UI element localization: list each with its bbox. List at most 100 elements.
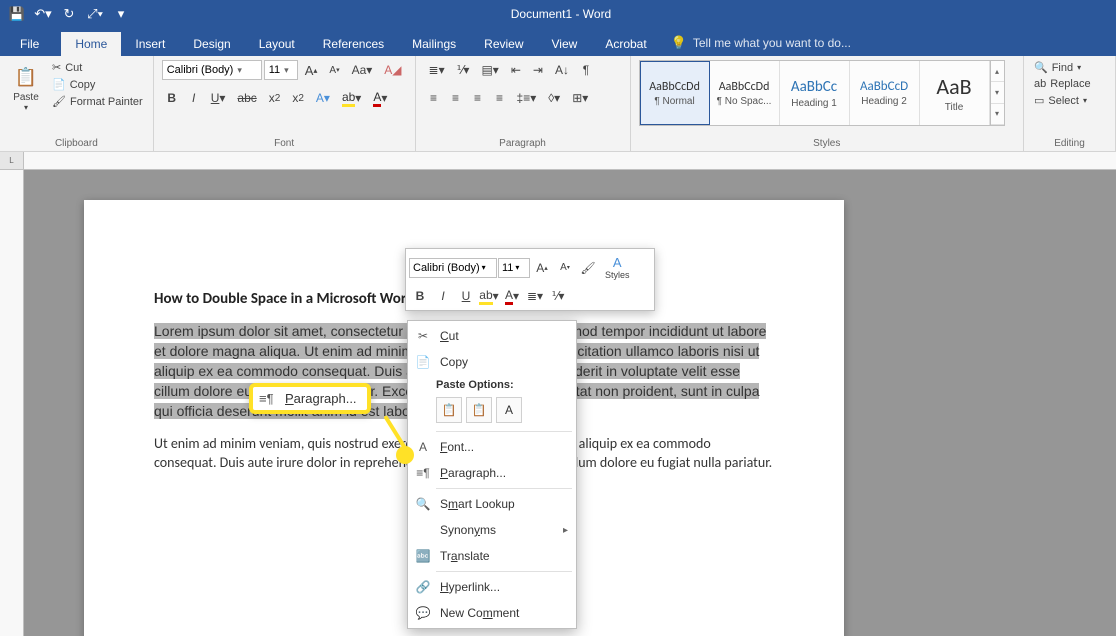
- document-area[interactable]: How to Double Space in a Microsoft Word …: [24, 170, 1116, 636]
- paste-button[interactable]: 📋 Paste ▾: [8, 60, 44, 114]
- select-button[interactable]: ▭ Select▾: [1032, 93, 1093, 108]
- ctx-synonyms[interactable]: Synonyms ▸: [408, 517, 576, 543]
- mini-format-painter[interactable]: 🖌: [577, 257, 599, 279]
- shrink-font-button[interactable]: A▾: [324, 60, 344, 80]
- highlight-button[interactable]: ab▾: [337, 88, 366, 108]
- tab-file[interactable]: File: [6, 32, 61, 56]
- bullets-button[interactable]: ≣▾: [424, 60, 450, 80]
- tab-home[interactable]: Home: [61, 32, 121, 56]
- styles-group-label: Styles: [639, 136, 1015, 149]
- justify-button[interactable]: ≡: [490, 88, 510, 108]
- ctx-font[interactable]: A Font...: [408, 434, 576, 460]
- superscript-button[interactable]: x2: [287, 88, 309, 108]
- cut-button[interactable]: ✂ Cut: [50, 60, 145, 75]
- ctx-hyperlink[interactable]: 🔗 Hyperlink...: [408, 574, 576, 600]
- ctx-paragraph[interactable]: ≡¶ Paragraph...: [408, 460, 576, 486]
- mini-shrink-font[interactable]: A▾: [554, 257, 576, 279]
- mini-styles-button[interactable]: A Styles: [600, 252, 635, 283]
- ctx-separator: [436, 431, 572, 432]
- numbering-button[interactable]: ⅟▾: [452, 60, 475, 80]
- style-normal[interactable]: AaBbCcDd ¶ Normal: [640, 61, 710, 125]
- styles-down-button[interactable]: ▾: [991, 82, 1004, 103]
- paste-keep-source[interactable]: 📋: [436, 397, 462, 423]
- tab-review[interactable]: Review: [470, 32, 537, 56]
- style-heading-2[interactable]: AaBbCcD Heading 2: [850, 61, 920, 125]
- font-size-select[interactable]: 11: [264, 60, 298, 80]
- copy-button[interactable]: 📄 Copy: [50, 77, 145, 92]
- ctx-translate[interactable]: 🔤 Translate: [408, 543, 576, 569]
- ruler-corner: L: [0, 152, 24, 170]
- bold-button[interactable]: B: [162, 88, 182, 108]
- styles-up-button[interactable]: ▴: [991, 61, 1004, 82]
- align-center-button[interactable]: ≡: [446, 88, 466, 108]
- mini-font-color[interactable]: A▾: [501, 285, 523, 307]
- text-effects-button[interactable]: A▾: [311, 88, 335, 108]
- font-color-button[interactable]: A▾: [368, 88, 392, 108]
- sort-button[interactable]: A↓: [550, 60, 574, 80]
- paste-merge[interactable]: 📋: [466, 397, 492, 423]
- shading-button[interactable]: ◊▾: [543, 88, 565, 108]
- mini-numbering[interactable]: ⅟▾: [547, 285, 569, 307]
- style-preview: AaBbCc: [791, 78, 837, 96]
- vertical-ruler[interactable]: [0, 170, 24, 636]
- undo-button[interactable]: ↶▾: [32, 3, 54, 25]
- multilevel-list-button[interactable]: ▤▾: [476, 60, 503, 80]
- redo-button[interactable]: ↻: [58, 3, 80, 25]
- mini-italic[interactable]: I: [432, 285, 454, 307]
- tab-acrobat[interactable]: Acrobat: [591, 32, 660, 56]
- mini-underline[interactable]: U: [455, 285, 477, 307]
- italic-button[interactable]: I: [184, 88, 204, 108]
- subscript-button[interactable]: x2: [264, 88, 286, 108]
- mini-grow-font[interactable]: A▴: [531, 257, 553, 279]
- horizontal-ruler[interactable]: [24, 152, 1116, 170]
- find-button[interactable]: 🔍 Find▾: [1032, 60, 1093, 75]
- format-painter-button[interactable]: 🖌 Format Painter: [50, 94, 145, 109]
- tab-layout[interactable]: Layout: [245, 32, 309, 56]
- align-left-button[interactable]: ≡: [424, 88, 444, 108]
- underline-button[interactable]: U▾: [206, 88, 231, 108]
- tab-references[interactable]: References: [309, 32, 398, 56]
- ctx-smart-lookup[interactable]: 🔍 Smart Lookup: [408, 491, 576, 517]
- decrease-indent-button[interactable]: ⇤: [506, 60, 526, 80]
- change-case-button[interactable]: Aa▾: [347, 60, 378, 80]
- ctx-new-comment[interactable]: 💬 New Comment: [408, 600, 576, 626]
- borders-button[interactable]: ⊞▾: [567, 88, 593, 108]
- show-marks-button[interactable]: ¶: [576, 60, 596, 80]
- customize-qat-button[interactable]: ▾: [110, 3, 132, 25]
- tab-mailings[interactable]: Mailings: [398, 32, 470, 56]
- translate-icon: 🔤: [414, 548, 432, 564]
- lightbulb-icon: 💡: [671, 35, 687, 51]
- increase-indent-button[interactable]: ⇥: [528, 60, 548, 80]
- clipboard-group-label: Clipboard: [8, 136, 145, 149]
- paste-text-only[interactable]: A: [496, 397, 522, 423]
- style-no-spacing[interactable]: AaBbCcDd ¶ No Spac...: [710, 61, 780, 125]
- line-spacing-button[interactable]: ‡≡▾: [512, 88, 542, 108]
- tab-view[interactable]: View: [538, 32, 592, 56]
- strikethrough-button[interactable]: abc: [232, 88, 261, 108]
- ctx-paste-options-row: 📋 📋 A: [408, 395, 576, 429]
- format-painter-label: Format Painter: [70, 96, 143, 108]
- replace-button[interactable]: ab Replace: [1032, 77, 1093, 91]
- mini-font-select[interactable]: Calibri (Body)▾: [409, 258, 497, 278]
- mini-bold[interactable]: B: [409, 285, 431, 307]
- tab-design[interactable]: Design: [179, 32, 244, 56]
- copy-label: Copy: [70, 79, 96, 91]
- tab-insert[interactable]: Insert: [121, 32, 179, 56]
- grow-font-button[interactable]: A▴: [300, 60, 323, 80]
- styles-gallery: AaBbCcDd ¶ Normal AaBbCcDd ¶ No Spac... …: [639, 60, 1005, 126]
- styles-more-button[interactable]: ▾: [991, 104, 1004, 125]
- align-right-button[interactable]: ≡: [468, 88, 488, 108]
- mini-size-select[interactable]: 11▾: [498, 258, 530, 278]
- style-title[interactable]: AaB Title: [920, 61, 990, 125]
- mini-highlight[interactable]: ab▾: [478, 285, 500, 307]
- mini-bullets[interactable]: ≣▾: [524, 285, 546, 307]
- ctx-cut[interactable]: ✂ Cut: [408, 323, 576, 349]
- touch-mode-button[interactable]: ⤢▾: [84, 3, 106, 25]
- ctx-copy[interactable]: 📄 Copy: [408, 349, 576, 375]
- quick-access-toolbar: 💾 ↶▾ ↻ ⤢▾ ▾: [6, 3, 132, 25]
- save-button[interactable]: 💾: [6, 3, 28, 25]
- tell-me-search[interactable]: 💡 Tell me what you want to do...: [661, 30, 861, 56]
- clear-formatting-button[interactable]: A◢: [379, 60, 406, 80]
- style-heading-1[interactable]: AaBbCc Heading 1: [780, 61, 850, 125]
- font-name-select[interactable]: Calibri (Body): [162, 60, 262, 80]
